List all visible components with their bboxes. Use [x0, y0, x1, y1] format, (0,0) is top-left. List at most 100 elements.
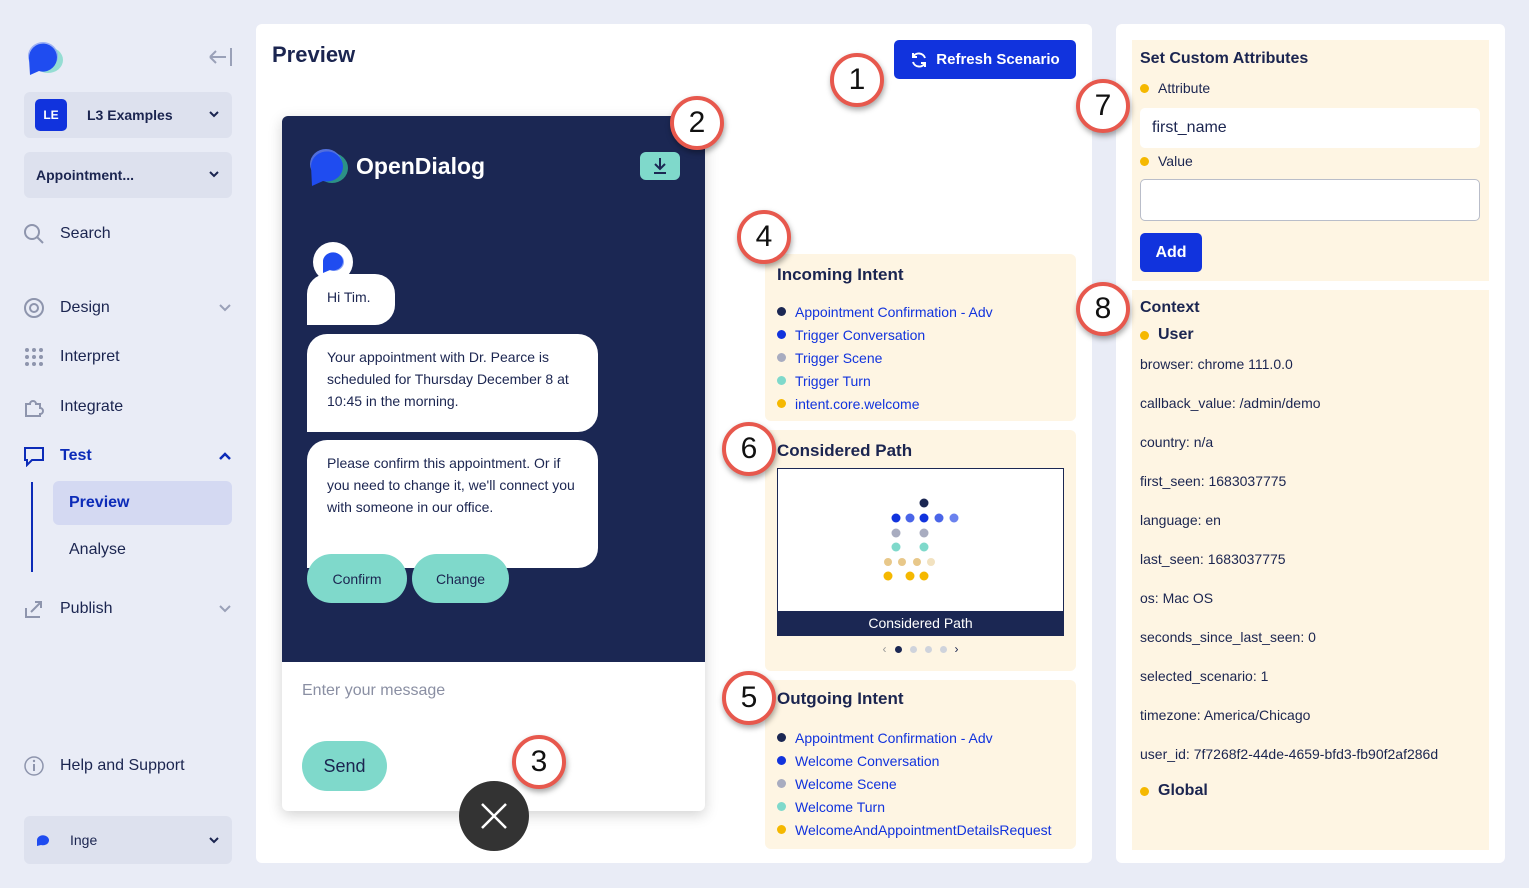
- download-button[interactable]: [640, 152, 680, 180]
- chat-bubble-icon: [322, 252, 344, 273]
- intent-label: Trigger Conversation: [795, 326, 926, 343]
- user-name: Inge: [70, 832, 98, 848]
- user-group-label: User: [1140, 326, 1194, 344]
- scenario-select[interactable]: Appointment...: [24, 152, 232, 198]
- sub-item-preview[interactable]: Preview: [53, 481, 232, 525]
- nav-label: Search: [60, 225, 111, 242]
- intent-label: Welcome Turn: [795, 798, 885, 815]
- sub-item-analyse[interactable]: Analyse: [53, 528, 232, 572]
- nav-label: Publish: [60, 600, 113, 617]
- refresh-scenario-button[interactable]: Refresh Scenario: [894, 40, 1076, 79]
- attribute-input[interactable]: first_name: [1140, 108, 1480, 148]
- nav-help[interactable]: Help and Support: [22, 750, 236, 782]
- bullet-icon: [777, 733, 786, 742]
- value-input[interactable]: [1140, 179, 1480, 221]
- intent-item[interactable]: Appointment Confirmation - Adv: [777, 726, 1052, 749]
- pager-dot[interactable]: [909, 645, 917, 653]
- chevron-down-icon: [219, 304, 231, 312]
- bot-message: Hi Tim.: [307, 274, 395, 325]
- message-input[interactable]: Enter your message: [302, 682, 445, 700]
- intent-item[interactable]: Welcome Conversation: [777, 749, 1052, 772]
- pager-prev-icon[interactable]: ‹: [883, 642, 887, 656]
- incoming-intent-list: Appointment Confirmation - Adv Trigger Co…: [777, 300, 993, 415]
- dot-icon: [1140, 786, 1149, 796]
- user-select[interactable]: Inge: [24, 816, 232, 864]
- page-title: Preview: [272, 42, 356, 67]
- download-icon: [654, 158, 666, 174]
- nav-label: Help and Support: [60, 757, 185, 774]
- carousel-pager[interactable]: ‹ ›: [765, 642, 1076, 656]
- intent-item[interactable]: Welcome Turn: [777, 795, 1052, 818]
- design-icon: [22, 296, 46, 320]
- submenu-line: [31, 482, 33, 572]
- change-button[interactable]: Change: [412, 554, 509, 603]
- bot-message: Your appointment with Dr. Pearce is sche…: [307, 334, 598, 432]
- intent-label: Appointment Confirmation - Adv: [795, 729, 993, 746]
- intent-label: WelcomeAndAppointmentDetailsRequest: [795, 821, 1052, 838]
- bullet-icon: [777, 399, 786, 408]
- chevron-down-icon: [209, 837, 219, 844]
- global-group-label: Global: [1140, 782, 1208, 800]
- nav-label: Test: [60, 447, 92, 464]
- dot-icon: [1140, 156, 1149, 166]
- outgoing-intent-box: Outgoing Intent Appointment Confirmation…: [765, 680, 1076, 849]
- close-widget-button[interactable]: [459, 781, 529, 851]
- intent-label: Welcome Conversation: [795, 752, 940, 769]
- intent-item[interactable]: Trigger Turn: [777, 369, 993, 392]
- confirm-button[interactable]: Confirm: [307, 554, 407, 603]
- pager-dot[interactable]: [894, 645, 902, 653]
- attribute-label: Attribute: [1140, 80, 1210, 96]
- workspace-select[interactable]: LE L3 Examples: [24, 92, 232, 138]
- intent-label: Trigger Scene: [795, 349, 883, 366]
- context-line: last_seen: 1683037775: [1140, 551, 1286, 567]
- attribute-label-text: Attribute: [1158, 80, 1211, 96]
- add-attribute-button[interactable]: Add: [1140, 233, 1202, 272]
- value-label: Value: [1140, 153, 1193, 169]
- considered-path-graph[interactable]: Considered Path: [777, 468, 1064, 636]
- user-avatar-icon: [37, 835, 49, 846]
- nav-search[interactable]: Search: [22, 218, 236, 250]
- opendialog-logo-icon: [310, 149, 348, 186]
- custom-attributes-title: Set Custom Attributes: [1140, 50, 1309, 67]
- intent-item[interactable]: Welcome Scene: [777, 772, 1052, 795]
- context-line: timezone: America/Chicago: [1140, 707, 1311, 723]
- intent-item[interactable]: WelcomeAndAppointmentDetailsRequest: [777, 818, 1052, 841]
- intent-label: Trigger Turn: [795, 372, 871, 389]
- intent-item[interactable]: Appointment Confirmation - Adv: [777, 300, 993, 323]
- opendialog-brand: OpenDialog: [306, 144, 485, 188]
- nav-label: Interpret: [60, 348, 120, 365]
- brand-name: OpenDialog: [356, 152, 486, 179]
- intent-item[interactable]: Trigger Scene: [777, 346, 993, 369]
- chevron-down-icon: [209, 111, 219, 118]
- custom-attributes-box: Set Custom Attributes Attribute first_na…: [1132, 40, 1489, 281]
- send-button[interactable]: Send: [302, 741, 387, 791]
- chat-icon: [22, 444, 46, 468]
- intent-item[interactable]: Trigger Conversation: [777, 323, 993, 346]
- nav-publish[interactable]: Publish: [22, 593, 236, 625]
- bullet-icon: [777, 307, 786, 316]
- nav-test[interactable]: Test: [22, 440, 236, 472]
- nav-design[interactable]: Design: [22, 292, 236, 324]
- nav-integrate[interactable]: Integrate: [22, 391, 236, 423]
- intent-label: Appointment Confirmation - Adv: [795, 303, 993, 320]
- path-graph-image: [883, 498, 959, 581]
- nav-interpret[interactable]: Interpret: [22, 341, 236, 373]
- bullet-icon: [777, 353, 786, 362]
- annotation-marker-8: 8: [1076, 282, 1130, 336]
- nav-label: Design: [60, 299, 110, 316]
- intent-label: Welcome Scene: [795, 775, 897, 792]
- dot-icon: [1140, 83, 1149, 93]
- context-line: first_seen: 1683037775: [1140, 473, 1287, 489]
- chevron-down-icon: [219, 605, 231, 613]
- pager-next-icon[interactable]: ›: [955, 642, 959, 656]
- chat-widget-body: OpenDialog Hi Tim. Your appointment with…: [282, 116, 705, 662]
- close-icon: [481, 803, 507, 829]
- collapse-sidebar-icon[interactable]: [206, 46, 234, 68]
- bullet-icon: [777, 330, 786, 339]
- pager-dot[interactable]: [939, 645, 947, 653]
- intent-item[interactable]: intent.core.welcome: [777, 392, 993, 415]
- opendialog-logo-icon: [28, 42, 63, 75]
- pager-dot[interactable]: [924, 645, 932, 653]
- puzzle-icon: [22, 395, 46, 419]
- user-group-text: User: [1158, 326, 1194, 343]
